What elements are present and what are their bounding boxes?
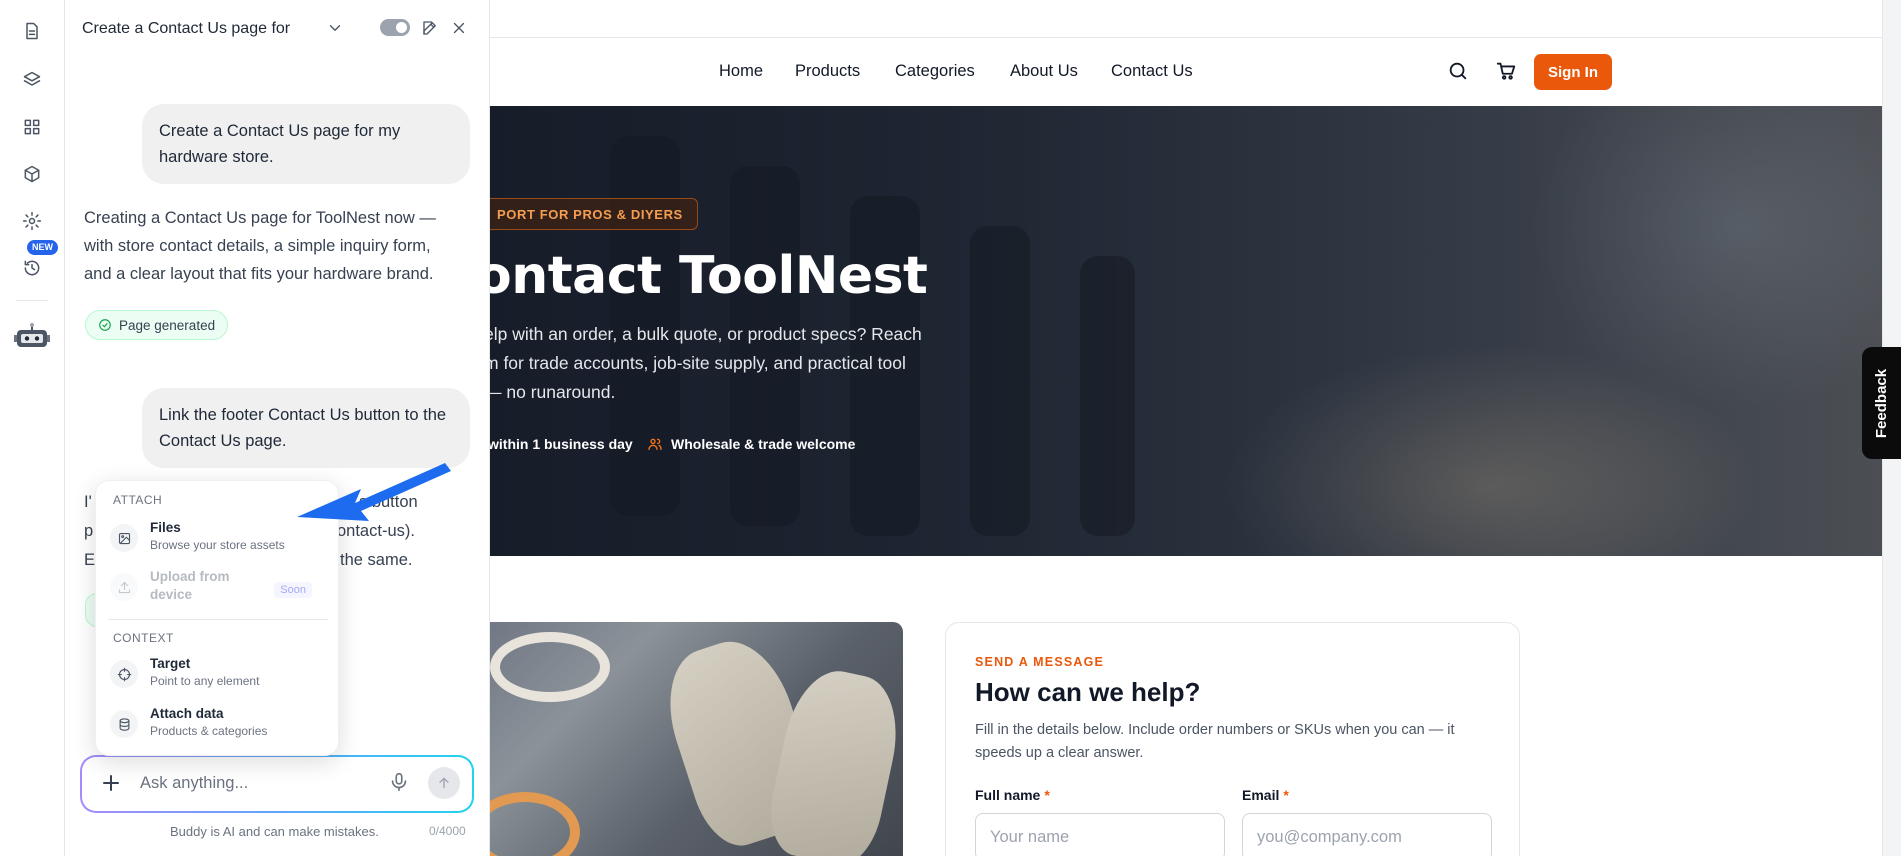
required-mark: * [1044, 787, 1050, 803]
menu-item-target[interactable]: Target Point to any element [110, 655, 324, 701]
hero-subtitle-line: m for trade accounts, job-site supply, a… [490, 353, 906, 373]
tape-measure-shape [490, 792, 580, 856]
gear-icon[interactable] [18, 207, 46, 235]
email-field[interactable] [1242, 813, 1492, 856]
soon-badge: Soon [274, 582, 312, 598]
preview-toolbar [490, 0, 1882, 38]
upload-icon [110, 573, 138, 601]
character-counter: 0/4000 [429, 824, 466, 838]
image-icon [110, 524, 138, 552]
hero-meta-text: Wholesale & trade welcome [671, 436, 856, 452]
page-icon[interactable] [18, 17, 46, 45]
history-icon[interactable] [18, 254, 46, 282]
layers-icon[interactable] [18, 66, 46, 94]
sign-in-button[interactable]: Sign In [1534, 54, 1612, 90]
contact-photo [490, 622, 903, 856]
app-root: NEW Create a Contact Us page for ... Cre… [0, 0, 1901, 856]
assistant-message-fragment: p [84, 522, 94, 540]
email-label-text: Email [1242, 787, 1280, 803]
menu-item-subtitle: Point to any element [150, 674, 260, 688]
form-eyebrow: SEND A MESSAGE [975, 655, 1105, 669]
chat-title[interactable]: Create a Contact Us page for ... [82, 20, 292, 38]
icon-rail: NEW [0, 0, 65, 856]
menu-section-context: CONTEXT [113, 631, 174, 645]
database-icon [110, 710, 138, 738]
form-title: How can we help? [975, 677, 1201, 707]
chat-input[interactable] [140, 774, 360, 793]
user-message: Create a Contact Us page for my hardware… [142, 104, 470, 184]
close-icon[interactable] [450, 19, 468, 37]
fullname-label: Full name * [975, 787, 1050, 803]
arrow-up-icon [439, 777, 449, 789]
menu-section-attach: ATTACH [113, 493, 163, 507]
users-icon [648, 438, 662, 450]
hero-subtitle-line: — no runaround. [490, 382, 616, 402]
menu-item-title: Upload from device [150, 569, 230, 602]
fullname-field[interactable] [975, 813, 1225, 856]
hero-meta-text: within 1 business day [490, 436, 633, 452]
menu-item-files[interactable]: Files Browse your store assets [110, 519, 324, 565]
menu-item-upload: Upload from device Soon [110, 568, 324, 614]
pointer-arrow-icon [297, 463, 451, 521]
chat-header: Create a Contact Us page for ... [65, 0, 490, 58]
assistant-message: Creating a Contact Us page for ToolNest … [84, 209, 436, 283]
cart-icon[interactable] [1495, 60, 1519, 84]
site-preview: Home Products Categories About Us Contac… [490, 0, 1882, 856]
menu-divider [108, 619, 328, 620]
status-badge: Page generated [85, 310, 229, 340]
email-label: Email * [1242, 787, 1289, 803]
hero-banner: PORT FOR PROS & DIYERS ontact ToolNest e… [490, 106, 1882, 556]
chevron-down-icon[interactable] [326, 19, 344, 37]
hero-subtitle: elp with an order, a bulk quote, or prod… [490, 320, 954, 407]
rail-divider [16, 300, 48, 301]
ai-disclaimer: Buddy is AI and can make mistakes. [170, 824, 379, 839]
menu-item-subtitle: Browse your store assets [150, 538, 285, 552]
crosshair-icon [110, 660, 138, 688]
menu-item-title: Files [150, 520, 181, 535]
nav-link-categories[interactable]: Categories [895, 62, 975, 81]
assistant-message-fragment: E [84, 551, 96, 569]
mode-toggle[interactable] [380, 19, 410, 36]
hero-title: ontact ToolNest [490, 246, 928, 306]
hero-meta-response: within 1 business day [490, 436, 633, 452]
plus-icon[interactable] [99, 771, 123, 795]
search-icon[interactable] [1447, 60, 1471, 84]
new-badge: NEW [27, 240, 58, 255]
nav-link-home[interactable]: Home [719, 62, 763, 81]
menu-item-attach-data[interactable]: Attach data Products & categories [110, 705, 324, 751]
chat-input-box [80, 755, 474, 813]
robot-icon[interactable] [13, 322, 51, 352]
nav-link-about[interactable]: About Us [1010, 62, 1078, 81]
tape-measure-shape [490, 632, 610, 702]
menu-item-title: Attach data [150, 706, 224, 721]
feedback-label: Feedback [1873, 368, 1891, 438]
required-mark: * [1283, 787, 1289, 803]
form-description: Fill in the details below. Include order… [975, 722, 1455, 761]
contact-form-card: SEND A MESSAGE How can we help? Fill in … [945, 622, 1520, 856]
fullname-label-text: Full name [975, 787, 1041, 803]
menu-item-title: Target [150, 656, 191, 671]
feedback-button[interactable]: Feedback [1862, 347, 1901, 459]
send-button[interactable] [428, 767, 460, 799]
hero-meta-trade: Wholesale & trade welcome [647, 436, 855, 452]
check-circle-icon [99, 319, 111, 331]
hero-tag: PORT FOR PROS & DIYERS [490, 198, 698, 230]
cube-icon[interactable] [18, 160, 46, 188]
hero-subtitle-line: elp with an order, a bulk quote, or prod… [490, 324, 922, 344]
assistant-message-fragment: I' [84, 493, 92, 511]
nav-link-contact[interactable]: Contact Us [1111, 62, 1193, 81]
nav-link-products[interactable]: Products [795, 62, 860, 81]
menu-item-subtitle: Products & categories [150, 724, 268, 738]
grid-icon[interactable] [18, 113, 46, 141]
site-nav: Home Products Categories About Us Contac… [490, 38, 1882, 106]
assistant-message-fragment: the same. [340, 551, 413, 569]
edit-icon[interactable] [421, 19, 439, 37]
microphone-icon[interactable] [388, 771, 412, 795]
status-badge-label: Page generated [119, 317, 216, 333]
